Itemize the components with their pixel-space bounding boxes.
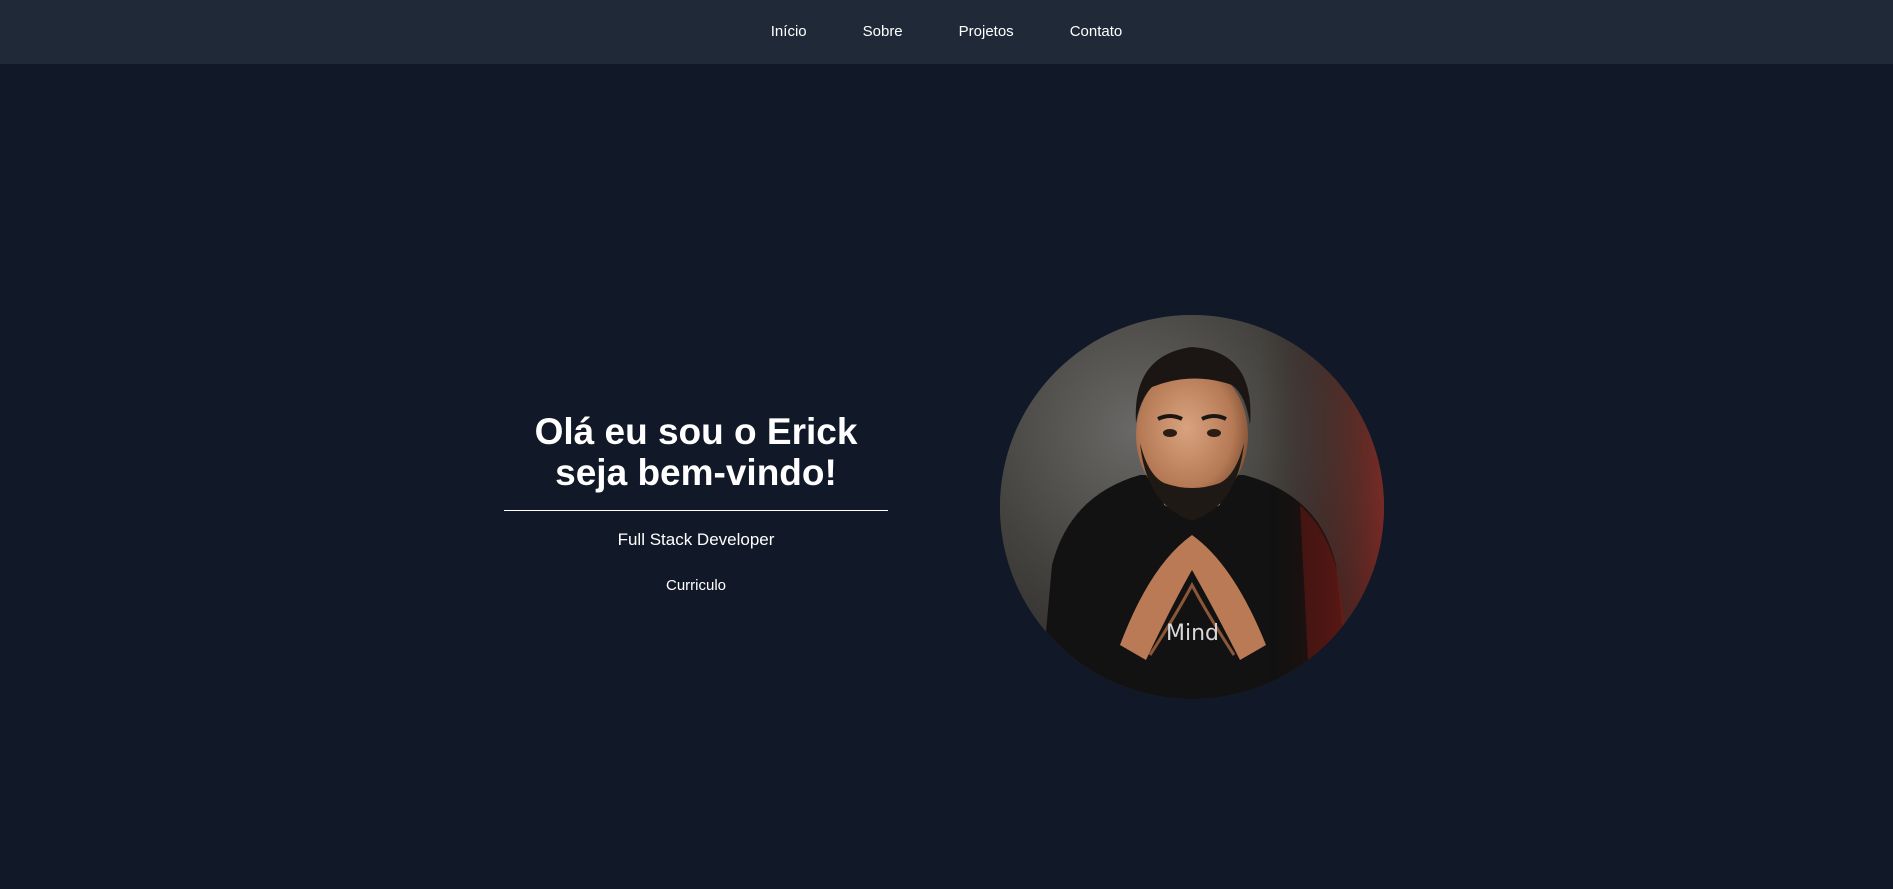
nav-link-contato[interactable]: Contato xyxy=(1042,0,1151,64)
hero-title-line-2: seja bem-vindo! xyxy=(555,452,837,493)
hero-subtitle: Full Stack Developer xyxy=(617,530,775,549)
nav-link-inicio[interactable]: Início xyxy=(743,0,835,64)
hero-section: Olá eu sou o Erick seja bem-vindo! Full … xyxy=(0,64,1893,889)
nav-links: Início Sobre Projetos Contato xyxy=(743,0,1150,64)
hero-title: Olá eu sou o Erick seja bem-vindo! xyxy=(504,411,888,493)
nav-link-sobre[interactable]: Sobre xyxy=(835,0,931,64)
profile-photo-illustration: Mind xyxy=(1000,315,1384,699)
hero-divider xyxy=(504,510,888,511)
shirt-text: Mind xyxy=(1166,621,1219,646)
hero-title-line-1: Olá eu sou o Erick xyxy=(534,411,858,452)
resume-link[interactable]: Curriculo xyxy=(666,577,726,594)
nav-link-projetos[interactable]: Projetos xyxy=(931,0,1042,64)
hero-text-block: Olá eu sou o Erick seja bem-vindo! Full … xyxy=(504,411,888,595)
top-navbar: Início Sobre Projetos Contato xyxy=(0,0,1893,64)
profile-photo: Mind xyxy=(1000,315,1384,699)
